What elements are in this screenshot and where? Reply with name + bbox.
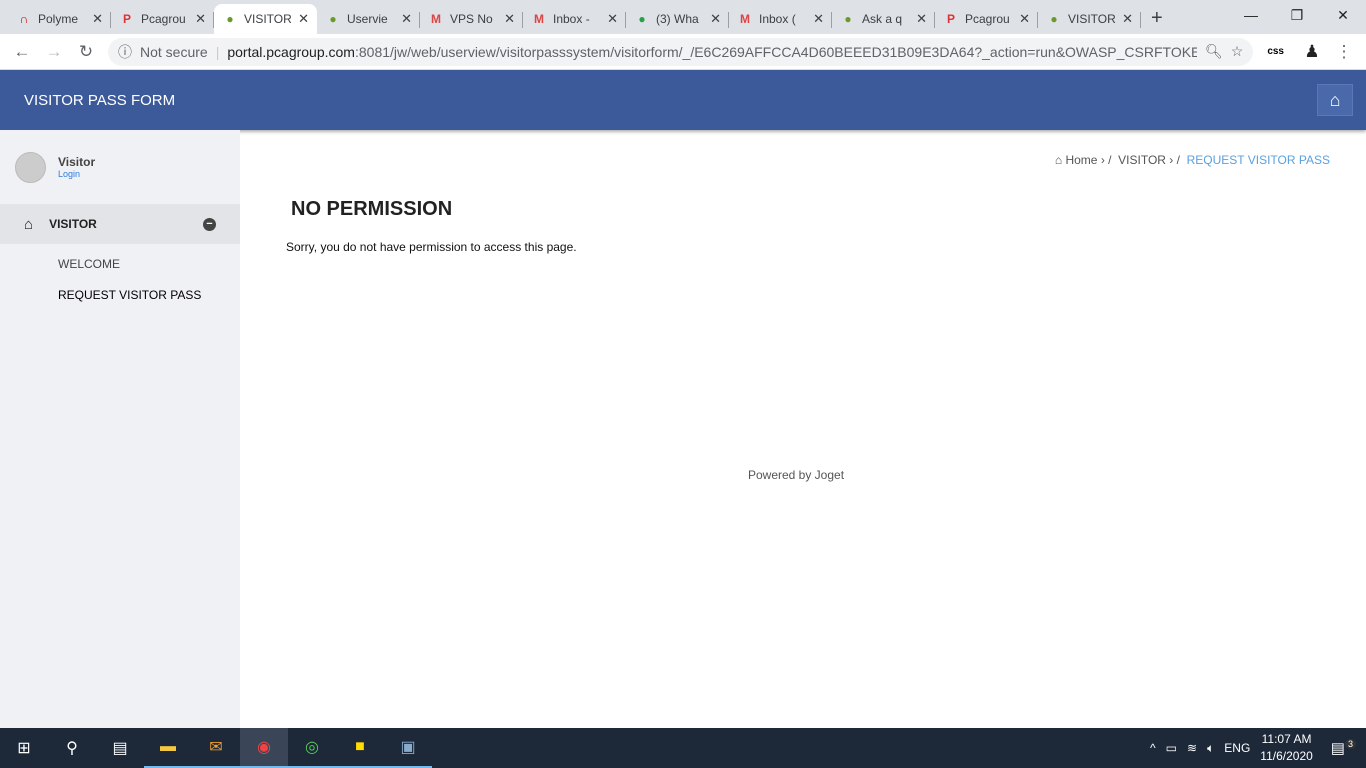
collapse-icon[interactable]: − bbox=[203, 217, 216, 231]
volume-icon[interactable]: 🔈︎ bbox=[1207, 741, 1214, 756]
outlook-icon[interactable]: ✉ bbox=[192, 728, 240, 768]
info-icon[interactable]: ⓘ bbox=[118, 42, 132, 62]
home-icon: ⌂ bbox=[1329, 89, 1341, 110]
avatar bbox=[15, 151, 46, 183]
app-title: VISITOR PASS FORM bbox=[24, 91, 176, 109]
breadcrumb-current: REQUEST VISITOR PASS bbox=[1186, 153, 1330, 167]
tab-title: Polyme bbox=[38, 12, 79, 26]
close-tab-icon[interactable]: ✕ bbox=[1019, 11, 1030, 27]
wifi-icon[interactable]: ≋ bbox=[1187, 741, 1197, 755]
powered-by: Powered by Joget bbox=[747, 468, 845, 482]
new-tab-button[interactable]: + bbox=[1141, 7, 1173, 34]
language-indicator[interactable]: ENG bbox=[1224, 741, 1250, 755]
permission-message: Sorry, you do not have permission to acc… bbox=[286, 240, 577, 254]
close-tab-icon[interactable]: ✕ bbox=[92, 11, 103, 27]
profile-avatar[interactable]: ♟ bbox=[1298, 38, 1326, 66]
minimize-button[interactable]: — bbox=[1228, 0, 1274, 30]
zoom-icon[interactable]: 🔍︎ bbox=[1205, 43, 1223, 60]
taskbar: ⊞ ⚲ ▤ ▬ ✉ ◉ ◎ ■ ▣ ^ ▭ ≋ 🔈︎ ENG 11:07 AM 1… bbox=[0, 728, 1366, 768]
page-title: NO PERMISSION bbox=[291, 198, 453, 220]
joget-icon: ● bbox=[226, 12, 234, 26]
not-secure-label: Not secure bbox=[140, 43, 208, 60]
close-tab-icon[interactable]: ✕ bbox=[813, 11, 824, 27]
chrome-icon[interactable]: ◉ bbox=[240, 728, 288, 768]
tab-title: VISITOR bbox=[244, 12, 292, 26]
login-link[interactable]: Login bbox=[58, 169, 95, 179]
notifications-icon[interactable]: ▤ 3 bbox=[1331, 739, 1356, 757]
tab-title: Pcagrou bbox=[965, 12, 1010, 26]
breadcrumb-home[interactable]: ⌂ Home bbox=[1055, 153, 1098, 167]
forward-button[interactable]: → bbox=[40, 38, 68, 66]
browser-tab[interactable]: ● VISITOR ✕ bbox=[1038, 4, 1141, 34]
file-explorer-icon[interactable]: ▬ bbox=[144, 728, 192, 768]
sidebar-item-request-visitor-pass[interactable]: REQUEST VISITOR PASS bbox=[0, 279, 240, 310]
p-icon: P bbox=[122, 12, 131, 26]
joget-icon: ● bbox=[1050, 12, 1058, 26]
tab-title: Pcagrou bbox=[141, 12, 186, 26]
sidebar: Visitor Login ⌂ VISITOR − WELCOME REQUES… bbox=[0, 130, 240, 728]
tab-title: Inbox - bbox=[553, 12, 590, 26]
browser-tab[interactable]: ● Ask a q ✕ bbox=[832, 4, 935, 34]
browser-tab[interactable]: ● VISITOR ✕ bbox=[214, 4, 317, 34]
tab-strip: ∩ Polyme ✕ P Pcagrou ✕ ● VISITOR ✕ ● Uservie ✕ M VPS … bbox=[0, 0, 1366, 34]
start-button[interactable]: ⊞ bbox=[0, 728, 48, 768]
browser-tab[interactable]: ● Uservie ✕ bbox=[317, 4, 420, 34]
app-icon[interactable]: ◎ bbox=[288, 728, 336, 768]
p-icon: P bbox=[946, 12, 955, 26]
address-bar[interactable]: ⓘ Not secure | portal.pcagroup.com:8081/… bbox=[108, 37, 1254, 66]
bookmark-star-icon[interactable]: ☆ bbox=[1231, 43, 1244, 60]
back-button[interactable]: ← bbox=[8, 38, 36, 66]
close-tab-icon[interactable]: ✕ bbox=[710, 11, 721, 27]
redhat-icon: ∩ bbox=[19, 12, 29, 26]
sidebar-item-visitor[interactable]: ⌂ VISITOR − bbox=[0, 204, 240, 244]
browser-tab[interactable]: M Inbox ( ✕ bbox=[729, 4, 832, 34]
close-window-button[interactable]: ✕ bbox=[1320, 0, 1366, 30]
search-icon[interactable]: ⚲ bbox=[48, 728, 96, 768]
breadcrumb-visitor[interactable]: VISITOR bbox=[1118, 153, 1166, 167]
remote-desktop-icon[interactable]: ▣ bbox=[384, 728, 432, 768]
close-tab-icon[interactable]: ✕ bbox=[298, 11, 309, 27]
home-button[interactable]: ⌂ bbox=[1317, 84, 1353, 116]
home-icon: ⌂ bbox=[24, 215, 34, 233]
close-tab-icon[interactable]: ✕ bbox=[916, 11, 927, 27]
browser-tab[interactable]: M VPS No ✕ bbox=[420, 4, 523, 34]
menu-icon[interactable]: ⋮ bbox=[1330, 38, 1358, 66]
tab-title: Inbox ( bbox=[759, 12, 796, 26]
gmail-icon: M bbox=[740, 12, 750, 26]
sidebar-item-welcome[interactable]: WELCOME bbox=[0, 248, 240, 279]
task-view-icon[interactable]: ▤ bbox=[96, 728, 144, 768]
sticky-notes-icon[interactable]: ■ bbox=[336, 728, 384, 768]
close-tab-icon[interactable]: ✕ bbox=[195, 11, 206, 27]
breadcrumb: ⌂ Home › / VISITOR › / REQUEST VISITOR P… bbox=[1054, 153, 1330, 167]
reload-button[interactable]: ↻ bbox=[72, 38, 100, 66]
tab-title: VISITOR bbox=[1068, 12, 1116, 26]
css-extension[interactable]: css bbox=[1267, 46, 1284, 57]
joget-icon: ● bbox=[329, 12, 337, 26]
url-path: :8081/jw/web/userview/visitorpasssystem/… bbox=[354, 43, 1197, 60]
battery-icon[interactable]: ▭ bbox=[1166, 741, 1177, 755]
gmail-icon: M bbox=[431, 12, 441, 26]
tab-title: VPS No bbox=[450, 12, 493, 26]
browser-tab[interactable]: ∩ Polyme ✕ bbox=[8, 4, 111, 34]
browser-tab[interactable]: P Pcagrou ✕ bbox=[111, 4, 214, 34]
browser-tab[interactable]: ● (3) Wha ✕ bbox=[626, 4, 729, 34]
show-hidden-icons[interactable]: ^ bbox=[1150, 741, 1156, 755]
browser-tab[interactable]: M Inbox - ✕ bbox=[523, 4, 626, 34]
tab-title: Ask a q bbox=[862, 12, 903, 26]
restore-button[interactable]: ❐ bbox=[1274, 0, 1320, 30]
close-tab-icon[interactable]: ✕ bbox=[504, 11, 515, 27]
close-tab-icon[interactable]: ✕ bbox=[401, 11, 412, 27]
tab-title: Uservie bbox=[347, 12, 388, 26]
close-tab-icon[interactable]: ✕ bbox=[607, 11, 618, 27]
menu-label: VISITOR bbox=[49, 217, 97, 231]
gmail-icon: M bbox=[534, 12, 544, 26]
close-tab-icon[interactable]: ✕ bbox=[1122, 11, 1133, 27]
whatsapp-icon: ● bbox=[638, 12, 646, 26]
clock[interactable]: 11:07 AM 11/6/2020 bbox=[1260, 731, 1313, 765]
tab-title: (3) Wha bbox=[656, 12, 699, 26]
joget-icon: ● bbox=[844, 12, 852, 26]
user-name: Visitor bbox=[58, 155, 96, 169]
browser-tab[interactable]: P Pcagrou ✕ bbox=[935, 4, 1038, 34]
url-host: portal.pcagroup.com bbox=[227, 43, 355, 60]
